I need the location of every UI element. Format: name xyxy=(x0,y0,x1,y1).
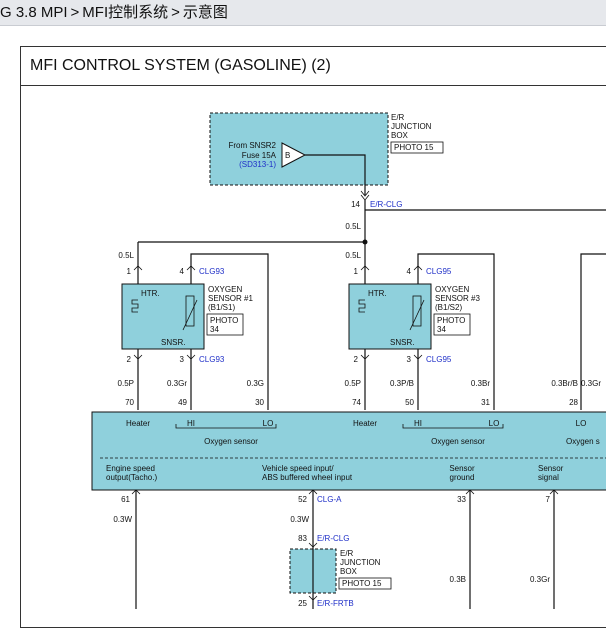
bottom-wire61: 0.3W xyxy=(113,515,132,524)
s1-wire-1: 0.5P xyxy=(118,379,134,388)
ecm-oxy-1: Oxygen sensor xyxy=(204,437,258,446)
s3-name-3: (B1/S2) xyxy=(435,303,462,312)
top-jb-label-2: JUNCTION xyxy=(391,122,432,131)
fuse-source-2: Fuse 15A xyxy=(242,151,277,160)
bottom-jb-2: JUNCTION xyxy=(340,558,381,567)
ecm-sensor-ground-2: ground xyxy=(450,473,475,482)
s1-pin4: 4 xyxy=(180,267,185,276)
ecm-sensor-signal-1: Sensor xyxy=(538,464,564,473)
s1-pin3: 3 xyxy=(180,355,185,364)
s3-pin3: 3 xyxy=(407,355,412,364)
s1-feed-label: 0.5L xyxy=(118,251,134,260)
bottom-wire33: 0.3B xyxy=(450,575,466,584)
s1-ecm-pin-3: 30 xyxy=(255,398,264,407)
s1-conn-top[interactable]: CLG93 xyxy=(199,267,225,276)
s3-wire-3: 0.3Br xyxy=(471,379,490,388)
right-wire-2: 0.3Gr xyxy=(581,379,601,388)
right-wire-1: 0.3Br/B xyxy=(551,379,578,388)
bottom-jb-photo: PHOTO 15 xyxy=(342,579,382,588)
s1-ecm-pin-2: 49 xyxy=(178,398,187,407)
s1-wire-3: 0.3G xyxy=(247,379,264,388)
s3-snsr: SNSR. xyxy=(390,338,414,347)
s1-snsr: SNSR. xyxy=(161,338,185,347)
right-ecm-pin: 28 xyxy=(569,398,578,407)
s3-wire-1: 0.5P xyxy=(345,379,361,388)
bottom-pin52: 52 xyxy=(298,495,307,504)
top-jb-photo: PHOTO 15 xyxy=(394,143,434,152)
bottom-pin83: 83 xyxy=(298,534,307,543)
s1-name-3: (B1/S1) xyxy=(208,303,235,312)
fuse-letter: B xyxy=(285,151,290,160)
s3-conn-top[interactable]: CLG95 xyxy=(426,267,452,276)
s3-conn-bottom[interactable]: CLG95 xyxy=(426,355,452,364)
ecm-vehicle-speed-1: Vehicle speed input/ xyxy=(262,464,334,473)
bottom-pin25: 25 xyxy=(298,599,307,608)
bottom-wire52: 0.3W xyxy=(290,515,309,524)
s3-ecm-pin-1: 74 xyxy=(352,398,361,407)
bottom-conn52[interactable]: CLG-A xyxy=(317,495,342,504)
fuse-source-1: From SNSR2 xyxy=(228,141,276,150)
s3-wire-2: 0.3P/B xyxy=(390,379,414,388)
bottom-pin7: 7 xyxy=(546,495,551,504)
s3-ecm-pin-3: 31 xyxy=(481,398,490,407)
ecm-hi-1: HI xyxy=(187,419,195,428)
s1-name-1: OXYGEN xyxy=(208,285,242,294)
ecm-hi-2: HI xyxy=(414,419,422,428)
s3-name-1: OXYGEN xyxy=(435,285,469,294)
ecm-oxy-2: Oxygen sensor xyxy=(431,437,485,446)
ecm-lo-1: LO xyxy=(263,419,274,428)
s1-name-2: SENSOR #1 xyxy=(208,294,253,303)
s3-pin2: 2 xyxy=(354,355,359,364)
bottom-wire7: 0.3Gr xyxy=(530,575,550,584)
ecm-lo-3: LO xyxy=(576,419,587,428)
s1-pin2: 2 xyxy=(127,355,132,364)
ecm-heater-2: Heater xyxy=(353,419,377,428)
bottom-pin33: 33 xyxy=(457,495,466,504)
ecm-engine-speed-2: output(Tacho.) xyxy=(106,473,157,482)
ecm-heater-1: Heater xyxy=(126,419,150,428)
s1-photo-1: PHOTO xyxy=(210,316,238,325)
s3-name-2: SENSOR #3 xyxy=(435,294,480,303)
s3-pin4: 4 xyxy=(407,267,412,276)
top-jb-connector[interactable]: E/R-CLG xyxy=(370,200,402,209)
ecm-lo-2: LO xyxy=(489,419,500,428)
s1-conn-bottom[interactable]: CLG93 xyxy=(199,355,225,364)
fuse-ref[interactable]: (SD313-1) xyxy=(239,160,276,169)
s3-htr: HTR. xyxy=(368,289,387,298)
ecm-engine-speed-1: Engine speed xyxy=(106,464,155,473)
top-jb-pin: 14 xyxy=(351,200,360,209)
s1-pin1: 1 xyxy=(127,267,132,276)
s1-wire-2: 0.3Gr xyxy=(167,379,187,388)
s3-ecm-pin-2: 50 xyxy=(405,398,414,407)
bottom-jb-3: BOX xyxy=(340,567,358,576)
s1-htr: HTR. xyxy=(141,289,160,298)
bottom-conn25[interactable]: E/R-FRTB xyxy=(317,599,354,608)
bottom-pin61: 61 xyxy=(121,495,130,504)
s1-photo-2: 34 xyxy=(210,325,219,334)
ecm-oxy-3: Oxygen s xyxy=(566,437,600,446)
s1-ecm-pin-1: 70 xyxy=(125,398,134,407)
ecm-vehicle-speed-2: ABS buffered wheel input xyxy=(262,473,353,482)
bottom-conn83[interactable]: E/R-CLG xyxy=(317,534,349,543)
s3-feed-label: 0.5L xyxy=(345,251,361,260)
wiring-diagram: E/R JUNCTION BOX PHOTO 15 From SNSR2 Fus… xyxy=(91,112,606,609)
s3-pin1: 1 xyxy=(354,267,359,276)
s3-photo-2: 34 xyxy=(437,325,446,334)
bottom-jb-1: E/R xyxy=(340,549,354,558)
top-jb-label-1: E/R xyxy=(391,113,405,122)
feed-wire-label: 0.5L xyxy=(345,222,361,231)
top-jb-label-3: BOX xyxy=(391,131,409,140)
ecm-sensor-signal-2: signal xyxy=(538,473,559,482)
s3-photo-1: PHOTO xyxy=(437,316,465,325)
ecm-sensor-ground-1: Sensor xyxy=(449,464,475,473)
